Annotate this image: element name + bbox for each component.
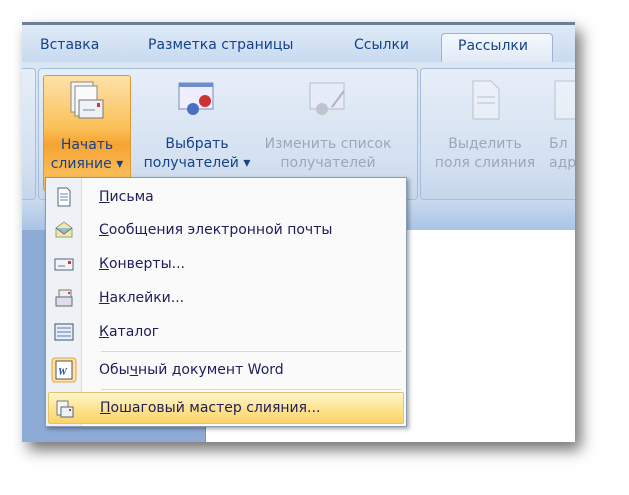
menu-item-label: Сообщения электронной почты: [99, 222, 333, 238]
menu-item-label: Пошаговый мастер слияния...: [100, 400, 321, 416]
menu-item-label: Каталог: [99, 324, 160, 340]
menu-item-label: Конверты...: [99, 256, 185, 272]
document-icon: [472, 80, 500, 120]
ribbon-group-prev: [22, 68, 36, 200]
start-merge-dropdown: Письма Сообщения электронной почты Конве…: [45, 177, 407, 427]
menu-item-label: Обычный документ Word: [99, 362, 284, 378]
menu-item-label: Наклейки...: [99, 290, 185, 306]
menu-item-directory[interactable]: Каталог: [48, 316, 402, 348]
start-merge-label-1: Начать: [60, 137, 114, 153]
merge-wizard-icon: [56, 400, 74, 418]
select-recipients-button[interactable]: Выбрать получателей ▾: [135, 75, 259, 173]
labels-icon: [55, 289, 73, 307]
edit-list-label-1: Изменить список: [264, 136, 392, 152]
menu-item-envelopes[interactable]: Конверты...: [48, 248, 402, 280]
menu-separator: [101, 351, 401, 352]
envelope-icon: [54, 258, 74, 271]
tab-mailings[interactable]: Рассылки: [441, 33, 553, 65]
letter-icon: [57, 187, 71, 207]
tab-insert[interactable]: Вставка: [40, 37, 99, 53]
ribbon-group-write-insert: Выделить поля слияния Бл адр: [420, 68, 575, 200]
start-merge-button[interactable]: Начать слияние ▾: [43, 75, 131, 191]
menu-item-step-by-step-wizard[interactable]: Пошаговый мастер слияния...: [48, 392, 404, 424]
tab-references[interactable]: Ссылки: [354, 37, 409, 53]
highlight-fields-label-2: поля слияния: [434, 155, 536, 171]
highlight-merge-fields-button[interactable]: Выделить поля слияния: [427, 75, 543, 173]
edit-recipient-list-button[interactable]: Изменить список получателей: [261, 75, 395, 173]
menu-item-normal-word-document[interactable]: W Обычный документ Word: [48, 354, 402, 386]
start-merge-label-2: слияние ▾: [50, 156, 124, 172]
menu-item-email[interactable]: Сообщения электронной почты: [48, 214, 402, 246]
tab-page-layout[interactable]: Разметка страницы: [148, 37, 293, 53]
recipients-icon: [178, 82, 214, 115]
address-block-button[interactable]: Бл адр: [549, 75, 575, 173]
mail-merge-icon: [70, 81, 104, 119]
directory-icon: [54, 323, 74, 341]
menu-item-label: Письма: [99, 189, 154, 205]
ribbon-tabs: Вставка Разметка страницы Ссылки Рассылк…: [22, 22, 575, 65]
menu-item-letters[interactable]: Письма: [48, 181, 402, 213]
address-block-icon: [554, 80, 575, 120]
menu-separator: [101, 389, 401, 390]
select-recipients-label-2: получателей ▾: [143, 155, 251, 171]
edit-list-label-2: получателей: [280, 155, 376, 171]
menu-item-labels[interactable]: Наклейки...: [48, 282, 402, 314]
email-icon: [55, 221, 73, 238]
svg-text:W: W: [58, 367, 68, 378]
edit-list-icon: [309, 82, 345, 115]
word-document-icon: W: [51, 357, 77, 383]
select-recipients-label-1: Выбрать: [165, 136, 229, 152]
address-block-label-1: Бл: [549, 136, 568, 152]
address-block-label-2: адр: [549, 155, 575, 171]
highlight-fields-label-1: Выделить: [448, 136, 522, 152]
